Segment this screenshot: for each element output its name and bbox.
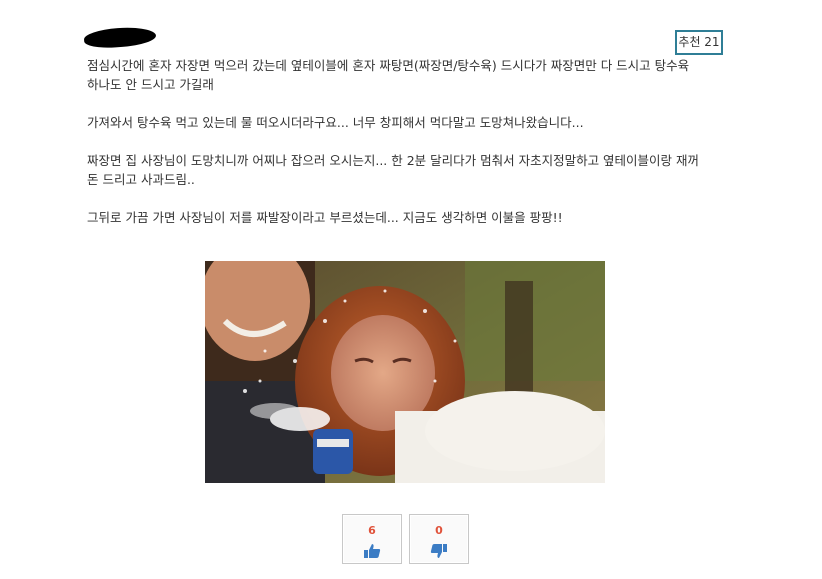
downvote-button[interactable]: 0	[409, 514, 469, 564]
thumbs-down-icon	[430, 544, 447, 558]
recommend-count-badge: 추천 21	[675, 30, 723, 55]
thumbs-up-icon	[364, 544, 381, 558]
post-image	[205, 261, 605, 483]
post-paragraph: 점심시간에 혼자 자장면 먹으러 갔는데 옆테이블에 혼자 짜탕면(짜장면/탕수…	[87, 58, 690, 92]
upvote-button[interactable]: 6	[342, 514, 402, 564]
post-paragraph: 가져와서 탕수육 먹고 있는데 물 떠오시더라구요... 너무 창피해서 먹다말…	[87, 115, 584, 130]
post-paragraph: 짜장면 집 사장님이 도망치니까 어찌나 잡으러 오시는지... 한 2분 달리…	[87, 153, 700, 187]
author-name-redacted	[83, 25, 157, 50]
upvote-count: 6	[368, 524, 376, 537]
post-content: 점심시간에 혼자 자장면 먹으러 갔는데 옆테이블에 혼자 짜탕면(짜장면/탕수…	[87, 56, 737, 246]
downvote-count: 0	[435, 524, 443, 537]
post-paragraph: 그뒤로 가끔 가면 사장님이 저를 짜발장이라고 부르셨는데... 지금도 생각…	[87, 210, 563, 225]
